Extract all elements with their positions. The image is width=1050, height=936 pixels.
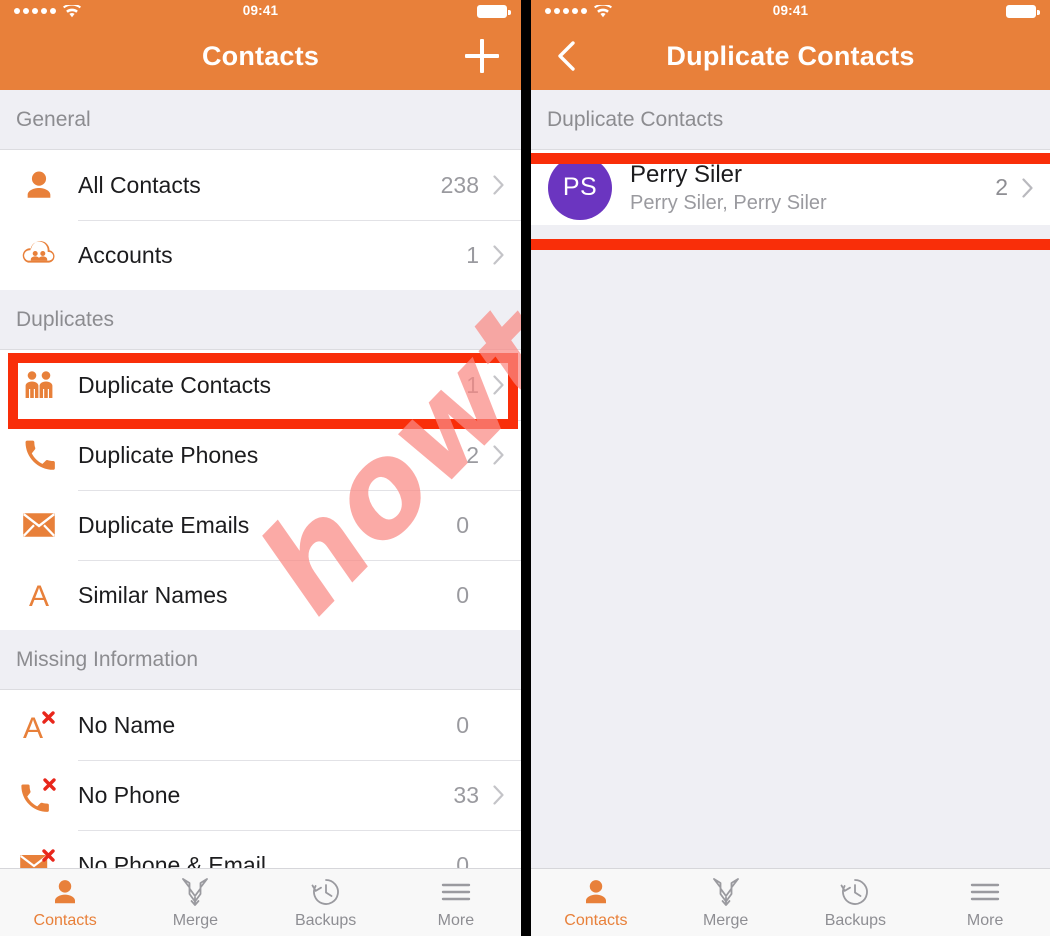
- merge-icon: [180, 875, 210, 909]
- letter-a-icon: A: [16, 572, 62, 618]
- sidebar-item-no-phone[interactable]: No Phone 33: [0, 760, 521, 830]
- row-count: 33: [453, 781, 479, 808]
- sidebar-item-similar-names[interactable]: A Similar Names 0: [0, 560, 521, 630]
- envelope-icon: [16, 502, 62, 548]
- cloud-people-icon: [16, 232, 62, 278]
- status-bar-right: 09:41: [531, 0, 1050, 22]
- add-contact-button[interactable]: [465, 39, 499, 73]
- row-label: No Name: [78, 711, 176, 738]
- panel-divider: [521, 0, 531, 936]
- tab-label: Contacts: [564, 912, 628, 929]
- person-icon: [16, 162, 62, 208]
- chevron-right-icon: [493, 375, 505, 395]
- right-nav-bar: Duplicate Contacts: [531, 22, 1050, 90]
- two-people-icon: [16, 362, 62, 408]
- phone-x-icon: [16, 772, 62, 818]
- battery-full-icon: [477, 5, 511, 18]
- row-label: Duplicate Emails: [78, 511, 250, 538]
- section-header-duplicates: Duplicates: [0, 290, 521, 350]
- row-count: 0: [456, 511, 469, 538]
- row-label: Duplicate Contacts: [78, 371, 272, 398]
- contact-count: 2: [995, 174, 1008, 200]
- tab-merge[interactable]: Merge: [130, 869, 260, 936]
- person-icon: [50, 875, 80, 909]
- section-general-rows: All Contacts 238 Accounts 1: [0, 150, 521, 290]
- letter-a-x-icon: A: [16, 702, 62, 748]
- row-count: 0: [456, 711, 469, 738]
- tab-bar-right: Contacts Merge Backups More: [531, 868, 1050, 936]
- tab-merge[interactable]: Merge: [661, 869, 791, 936]
- tab-label: More: [437, 912, 475, 929]
- row-count: 238: [440, 171, 479, 198]
- battery-full-icon: [1006, 5, 1040, 18]
- tab-backups[interactable]: Backups: [261, 869, 391, 936]
- sidebar-item-no-name[interactable]: A No Name 0: [0, 690, 521, 760]
- screenshot-root: 09:41 Contacts General All Contacts 238: [0, 0, 1050, 936]
- tab-more[interactable]: More: [920, 869, 1050, 936]
- tab-contacts[interactable]: Contacts: [0, 869, 130, 936]
- more-icon: [440, 875, 472, 909]
- section-duplicates-rows: Duplicate Contacts 1 Duplicate Phones 2: [0, 350, 521, 630]
- left-phone-screen: 09:41 Contacts General All Contacts 238: [0, 0, 521, 936]
- tab-backups[interactable]: Backups: [791, 869, 921, 936]
- chevron-right-icon: [493, 445, 505, 465]
- tab-more[interactable]: More: [391, 869, 521, 936]
- section-header-missing-information: Missing Information: [0, 630, 521, 690]
- sidebar-item-duplicate-contacts[interactable]: Duplicate Contacts 1: [0, 350, 521, 420]
- status-bar-time: 09:41: [242, 3, 279, 18]
- tab-label: Backups: [294, 912, 357, 929]
- more-icon: [969, 875, 1001, 909]
- sidebar-item-duplicate-phones[interactable]: Duplicate Phones 2: [0, 420, 521, 490]
- chevron-right-icon: [1022, 177, 1034, 198]
- tab-contacts[interactable]: Contacts: [531, 869, 661, 936]
- tab-bar-left: Contacts Merge Backups More: [0, 868, 521, 936]
- sidebar-item-accounts[interactable]: Accounts 1: [0, 220, 521, 290]
- chevron-right-icon: [493, 785, 505, 805]
- svg-text:A: A: [23, 712, 43, 742]
- row-label: No Phone: [78, 781, 181, 808]
- row-label: Similar Names: [78, 581, 228, 608]
- tab-label: Merge: [172, 912, 219, 929]
- person-icon: [581, 875, 611, 909]
- avatar: PS: [548, 155, 612, 220]
- row-count: 1: [466, 371, 479, 398]
- page-title: Contacts: [201, 40, 320, 71]
- sidebar-item-duplicate-emails[interactable]: Duplicate Emails 0: [0, 490, 521, 560]
- contact-info: Perry Siler Perry Siler, Perry Siler: [630, 161, 995, 215]
- row-count: 1: [466, 241, 479, 268]
- list-item[interactable]: PS Perry Siler Perry Siler, Perry Siler …: [531, 150, 1050, 225]
- tab-label: More: [966, 912, 1004, 929]
- tab-label: Contacts: [33, 912, 97, 929]
- section-header-general: General: [0, 90, 521, 150]
- merge-icon: [711, 875, 741, 909]
- contact-subtitle: Perry Siler, Perry Siler: [630, 191, 827, 214]
- row-label: All Contacts: [78, 171, 201, 198]
- row-label: Accounts: [78, 241, 173, 268]
- sidebar-item-all-contacts[interactable]: All Contacts 238: [0, 150, 521, 220]
- tab-label: Backups: [824, 912, 887, 929]
- svg-text:A: A: [29, 580, 49, 611]
- backups-icon: [839, 875, 871, 909]
- page-title: Duplicate Contacts: [666, 40, 915, 71]
- contact-name: Perry Siler: [630, 160, 743, 188]
- tab-label: Merge: [702, 912, 749, 929]
- duplicate-contacts-list: PS Perry Siler Perry Siler, Perry Siler …: [531, 150, 1050, 225]
- row-label: Duplicate Phones: [78, 441, 259, 468]
- status-bar-left: 09:41: [0, 0, 521, 22]
- row-count: 0: [456, 581, 469, 608]
- left-list: General All Contacts 238 Accounts 1 Dupl…: [0, 90, 521, 900]
- phone-icon: [16, 432, 62, 478]
- backups-icon: [310, 875, 342, 909]
- row-count: 2: [466, 441, 479, 468]
- left-nav-bar: Contacts: [0, 22, 521, 90]
- chevron-right-icon: [493, 245, 505, 265]
- chevron-right-icon: [493, 175, 505, 195]
- section-header-duplicate-contacts: Duplicate Contacts: [531, 90, 1050, 150]
- back-button[interactable]: [553, 40, 579, 72]
- chevron-left-icon: [558, 41, 575, 71]
- status-bar-time: 09:41: [772, 3, 809, 18]
- right-phone-screen: 09:41 Duplicate Contacts Duplicate Conta…: [531, 0, 1050, 936]
